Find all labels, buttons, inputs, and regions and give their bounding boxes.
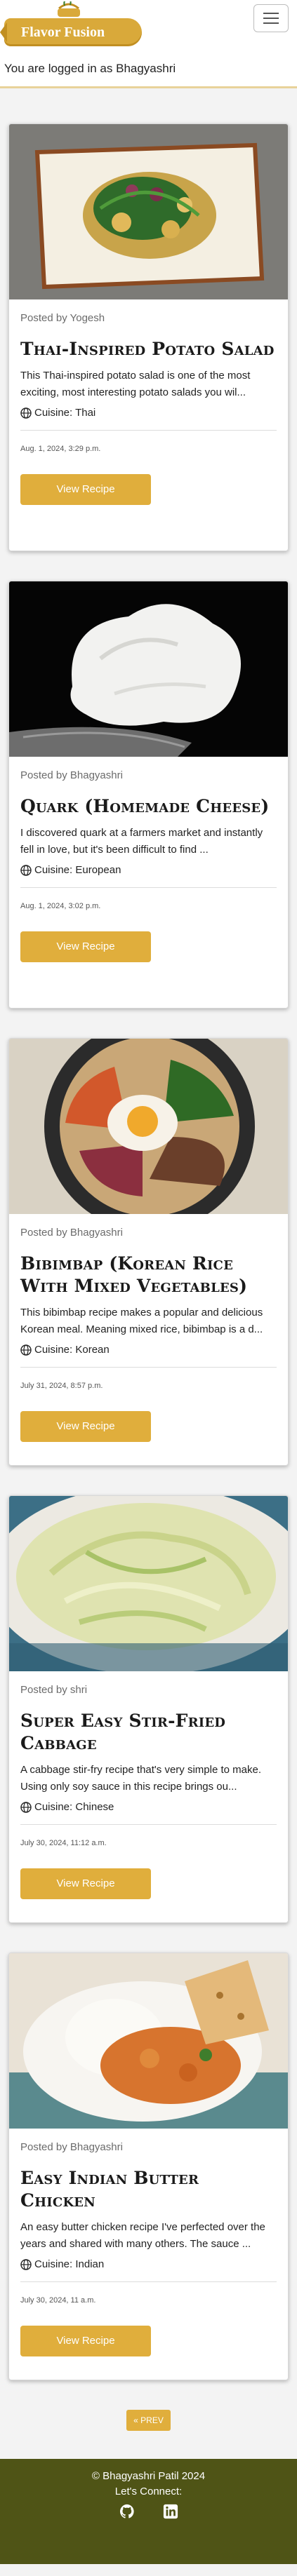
cuisine-label: Cuisine: European: [34, 864, 121, 876]
pagination: « PREV: [0, 2410, 297, 2459]
copyright-text: © Bhagyashri Patil 2024: [91, 2470, 206, 2482]
post-date: Aug. 1, 2024, 3:02 p.m.: [20, 902, 101, 910]
linkedin-icon[interactable]: [163, 2504, 178, 2519]
navbar: Flavor Fusion You are logged in as Bhagy…: [0, 0, 297, 88]
posted-by: Posted by Yogesh: [20, 312, 105, 324]
globe-icon: [20, 407, 32, 419]
post-date: July 30, 2024, 11 a.m.: [20, 2296, 96, 2305]
recipe-card: Posted by Bhagyashri Bibimbap (Korean Ri…: [8, 1038, 289, 1466]
recipe-description: A cabbage stir-fry recipe that's very si…: [20, 1764, 262, 1793]
view-recipe-button[interactable]: View Recipe: [20, 2326, 151, 2356]
view-recipe-button[interactable]: View Recipe: [20, 474, 151, 505]
recipe-description: An easy butter chicken recipe I've perfe…: [20, 2221, 265, 2250]
recipe-description: I discovered quark at a farmers market a…: [20, 827, 263, 856]
cuisine-label: Cuisine: Indian: [34, 2258, 105, 2270]
post-date: July 30, 2024, 11:12 a.m.: [20, 1839, 107, 1847]
globe-icon: [20, 2258, 32, 2270]
cuisine-label: Cuisine: Chinese: [34, 1801, 114, 1813]
social-links: [0, 2504, 297, 2519]
posted-by: Posted by Bhagyashri: [20, 1227, 123, 1239]
brand-logo[interactable]: Flavor Fusion: [0, 1, 142, 50]
recipe-image: [9, 124, 288, 299]
recipe-image: [9, 1953, 288, 2129]
cuisine-line: Cuisine: Indian: [20, 2258, 277, 2282]
cuisine-line: Cuisine: European: [20, 864, 277, 888]
view-recipe-button[interactable]: View Recipe: [20, 1868, 151, 1899]
recipe-title: Bibimbap (Korean Rice With Mixed Vegetab…: [20, 1253, 248, 1296]
cuisine-label: Cuisine: Thai: [34, 407, 96, 419]
cuisine-label: Cuisine: Korean: [34, 1344, 110, 1356]
footer: © Bhagyashri Patil 2024 Let's Connect:: [0, 2459, 297, 2564]
prev-page-button[interactable]: « PREV: [126, 2410, 171, 2431]
connect-text: Let's Connect:: [114, 2486, 183, 2497]
cuisine-line: Cuisine: Korean: [20, 1344, 277, 1368]
brand-name: Flavor Fusion: [0, 18, 142, 46]
globe-icon: [20, 1801, 32, 1813]
recipe-card: Posted by Yogesh Thai-Inspired Potato Sa…: [8, 123, 289, 551]
globe-icon: [20, 864, 32, 876]
recipe-card: Posted by Bhagyashri Quark (Homemade Che…: [8, 581, 289, 1009]
post-date: Aug. 1, 2024, 3:29 p.m.: [20, 445, 101, 453]
recipe-list: Posted by Yogesh Thai-Inspired Potato Sa…: [0, 88, 297, 2380]
posted-by: Posted by shri: [20, 1684, 88, 1696]
cooking-pot-icon: [58, 1, 80, 17]
recipe-title: Thai-Inspired Potato Salad: [20, 339, 275, 359]
cuisine-line: Cuisine: Thai: [20, 407, 277, 431]
navbar-toggle-button[interactable]: [253, 4, 289, 32]
logged-in-status: You are logged in as Bhagyashri: [4, 62, 176, 75]
recipe-title: Quark (Homemade Cheese): [20, 796, 270, 816]
github-icon[interactable]: [119, 2504, 135, 2519]
recipe-title: Easy Indian Butter Chicken: [20, 2168, 199, 2211]
cuisine-line: Cuisine: Chinese: [20, 1801, 277, 1825]
recipe-image: [9, 1496, 288, 1671]
recipe-description: This bibimbap recipe makes a popular and…: [20, 1307, 263, 1335]
recipe-card: Posted by Bhagyashri Easy Indian Butter …: [8, 1953, 289, 2380]
posted-by: Posted by Bhagyashri: [20, 769, 123, 781]
recipe-card: Posted by shri Super Easy Stir-Fried Cab…: [8, 1495, 289, 1923]
globe-icon: [20, 1344, 32, 1356]
recipe-image: [9, 581, 288, 757]
view-recipe-button[interactable]: View Recipe: [20, 1411, 151, 1442]
posted-by: Posted by Bhagyashri: [20, 2141, 123, 2153]
hamburger-icon: [263, 13, 279, 14]
recipe-title: Super Easy Stir-Fried Cabbage: [20, 1711, 226, 1753]
recipe-image: [9, 1039, 288, 1214]
view-recipe-button[interactable]: View Recipe: [20, 931, 151, 962]
post-date: July 31, 2024, 8:57 p.m.: [20, 1382, 103, 1390]
recipe-description: This Thai-inspired potato salad is one o…: [20, 370, 251, 398]
